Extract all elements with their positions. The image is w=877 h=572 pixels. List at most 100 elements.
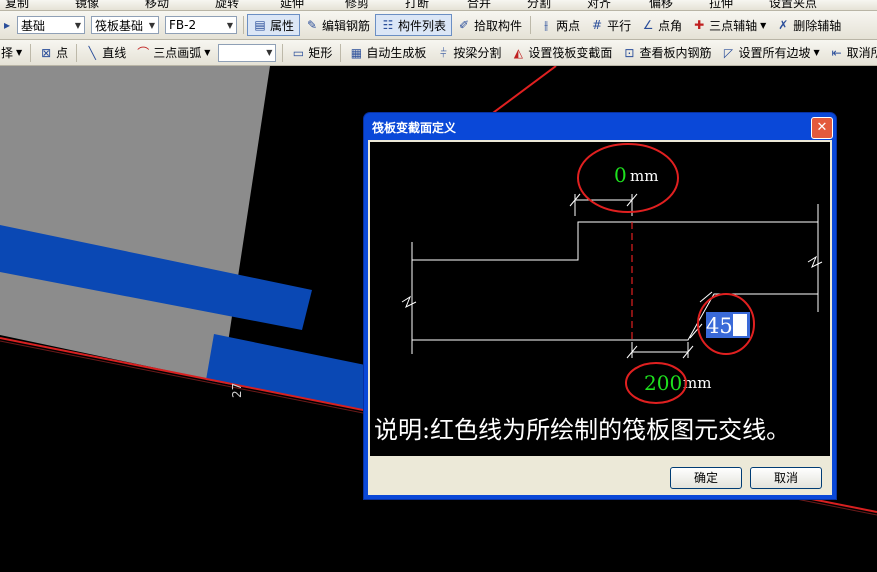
slope-width-unit: mm	[683, 374, 711, 392]
rebar-view-icon: ⊡	[624, 45, 635, 60]
top-toolbar-item[interactable]: 延伸	[275, 0, 340, 10]
top-toolbar-item[interactable]: 复制	[0, 0, 70, 10]
set-edge-slope-button[interactable]: ◸ 设置所有边坡 ▼	[716, 43, 824, 63]
axis-label: 27	[230, 383, 244, 398]
raft-variable-section-dialog: 筏板变截面定义 ✕ 0 mm 45 200 mm 说明:红色线为所绘制的筏板图元…	[364, 113, 836, 499]
top-toolbar-item[interactable]: 合并	[462, 0, 522, 10]
top-toolbar-item[interactable]: 旋转	[210, 0, 275, 10]
grid-icon: ▦	[350, 45, 363, 60]
section-icon: ◭	[513, 45, 524, 60]
text-cursor-block	[733, 314, 747, 336]
top-toolbar-item[interactable]: 镜像	[70, 0, 140, 10]
chevron-down-icon: ▼	[813, 48, 820, 57]
instruction-note: 说明:红色线为所绘制的筏板图元交线。	[374, 416, 790, 444]
view-slab-rebar-button[interactable]: ⊡ 查看板内钢筋	[617, 43, 716, 63]
slope-angle-input[interactable]: 45	[706, 314, 733, 338]
line-icon: ╲	[88, 45, 96, 60]
line-draw-button[interactable]: ╲ 直线	[80, 43, 131, 63]
rect-draw-button[interactable]: ▭ 矩形	[286, 43, 337, 63]
separator	[30, 43, 32, 62]
three-point-aux-label: 三点辅轴	[709, 18, 758, 33]
component-list-button[interactable]: ☷ 构件列表	[375, 14, 453, 36]
pick-component-label: 拾取构件	[474, 18, 523, 33]
arc-icon: ⌒	[137, 45, 150, 60]
two-points-icon: ⫲	[544, 18, 548, 32]
drawing-toolbar: 择 ▼ ⊠ 点 ╲ 直线 ⌒ 三点画弧 ▼ ▼ ▭ 矩形 ▦ 自动生成板 ⫩ 按梁分割 ◭ 设置筏…	[0, 40, 877, 66]
point-label: 点	[56, 46, 69, 60]
arc-option-select[interactable]: ▼	[218, 43, 277, 62]
raft-slab-region[interactable]	[0, 66, 270, 382]
three-point-aux-axis-button[interactable]: ✚ 三点辅轴 ▼	[687, 15, 771, 35]
top-toolbar-item[interactable]: 移动	[140, 0, 210, 10]
component-type-select[interactable]: 筏板基础 ▼	[91, 16, 159, 34]
component-list-label: 构件列表	[398, 18, 447, 33]
point-icon: ⊠	[41, 45, 52, 60]
chevron-down-icon: ▼	[226, 20, 233, 30]
component-name-select[interactable]: FB-2 ▼	[165, 16, 237, 34]
pick-component-button[interactable]: ✐ 拾取构件	[452, 15, 527, 35]
angle-icon: ∠	[642, 18, 654, 32]
delete-aux-axis-button[interactable]: ✗ 删除辅轴	[771, 15, 846, 35]
set-section-label: 设置筏板变截面	[528, 46, 613, 60]
separator	[340, 43, 342, 62]
component-toolbar: ▸ 基础 ▼ 筏板基础 ▼ FB-2 ▼ ▤ 属性 ✎ 编辑钢筋 ☷ 构件列表 ✐ 拾取构件 …	[0, 11, 877, 40]
cancel-icon: ⇤	[831, 45, 842, 60]
separator	[243, 16, 244, 34]
three-point-aux-icon: ✚	[694, 18, 705, 32]
section-preview: 0 mm 45 200 mm 说明:红色线为所绘制的筏板图元交线。	[370, 142, 830, 456]
point-draw-button[interactable]: ⊠ 点	[34, 43, 73, 63]
cancel-all-button[interactable]: ⇤ 取消所有	[825, 43, 877, 63]
select-label: 择	[1, 46, 14, 60]
top-toolbar-row: 复制 镜像 移动 旋转 延伸 修剪 打断 合并 分割 对齐 偏移 拉伸 设置夹点	[0, 0, 877, 11]
properties-icon: ▤	[254, 18, 266, 32]
delete-aux-label: 删除辅轴	[793, 18, 842, 33]
properties-button[interactable]: ▤ 属性	[247, 14, 301, 36]
annotation-circle	[577, 143, 679, 213]
top-offset-value[interactable]: 0	[614, 163, 627, 187]
top-toolbar-item[interactable]: 修剪	[340, 0, 400, 10]
arc-label: 三点画弧	[153, 46, 202, 60]
set-edge-slope-label: 设置所有边坡	[738, 46, 811, 60]
rectangle-icon: ▭	[292, 45, 305, 60]
top-offset-unit: mm	[630, 167, 658, 185]
chevron-down-icon: ▼	[16, 48, 23, 57]
dialog-body: 0 mm 45 200 mm 说明:红色线为所绘制的筏板图元交线。 确定 取消	[368, 140, 832, 495]
close-button[interactable]: ✕	[811, 117, 833, 139]
close-icon: ✕	[816, 120, 828, 135]
select-button[interactable]: 择 ▼	[0, 43, 27, 63]
edit-rebar-button[interactable]: ✎ 编辑钢筋	[300, 15, 375, 35]
split-by-beam-label: 按梁分割	[453, 46, 502, 60]
dialog-title: 筏板变截面定义	[372, 121, 457, 135]
top-toolbar-item[interactable]: 拉伸	[704, 0, 764, 10]
top-toolbar-item[interactable]: 分割	[522, 0, 582, 10]
top-toolbar-item[interactable]: 打断	[400, 0, 462, 10]
ok-button[interactable]: 确定	[670, 467, 742, 489]
chevron-down-icon: ▼	[148, 20, 155, 30]
top-toolbar-item[interactable]: 设置夹点	[764, 0, 834, 10]
list-icon: ☷	[382, 18, 394, 32]
rect-label: 矩形	[308, 46, 333, 60]
chevron-down-icon: ▼	[74, 20, 81, 30]
point-angle-axis-button[interactable]: ∠ 点角	[636, 15, 687, 35]
pencil-icon: ✎	[306, 18, 318, 32]
chevron-down-icon: ▼	[266, 48, 273, 57]
eyedropper-icon: ✐	[459, 18, 470, 32]
two-points-axis-button[interactable]: ⫲ 两点	[534, 15, 585, 35]
parallel-icon: #	[592, 18, 603, 32]
component-name-value: FB-2	[169, 18, 197, 32]
top-toolbar-item[interactable]: 偏移	[644, 0, 704, 10]
split-by-beam-button[interactable]: ⫩ 按梁分割	[431, 43, 506, 63]
two-points-label: 两点	[556, 18, 581, 33]
top-toolbar-item[interactable]: 对齐	[582, 0, 644, 10]
floor-type-select[interactable]: 基础 ▼	[17, 16, 85, 34]
auto-slab-button[interactable]: ▦ 自动生成板	[344, 43, 431, 63]
floor-type-value: 基础	[21, 18, 46, 33]
beam-shape[interactable]	[206, 334, 380, 412]
arc-draw-button[interactable]: ⌒ 三点画弧 ▼	[131, 43, 215, 63]
cancel-button[interactable]: 取消	[750, 467, 822, 489]
slope-width-value[interactable]: 200	[644, 371, 682, 395]
split-icon: ⫩	[439, 45, 447, 60]
set-variable-section-button[interactable]: ◭ 设置筏板变截面	[506, 43, 617, 63]
edit-rebar-label: 编辑钢筋	[322, 18, 371, 33]
parallel-axis-button[interactable]: # 平行	[585, 15, 636, 35]
